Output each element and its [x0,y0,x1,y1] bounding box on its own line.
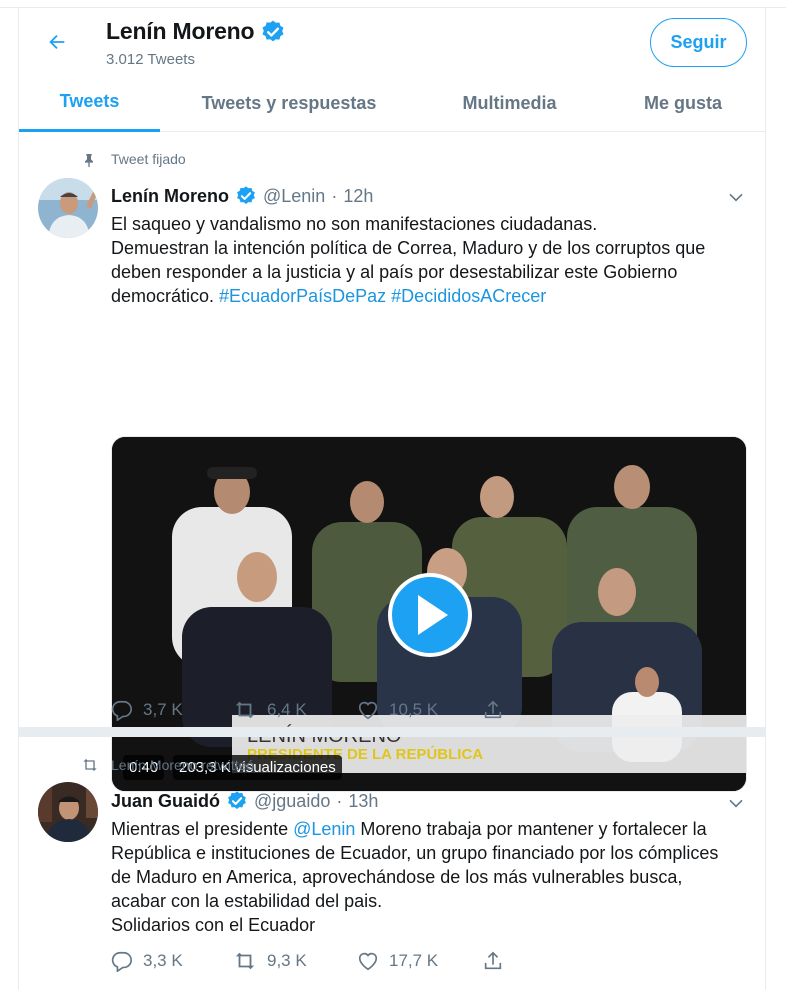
tweet-context-label: Tweet fijado [111,151,186,167]
like-count: 10,5 K [389,700,439,719]
hashtag-link[interactable]: #EcuadorPaísDePaz [219,286,386,306]
arrow-left-icon [49,34,65,50]
author-name[interactable]: Lenín Moreno [111,186,229,207]
author-handle[interactable]: @jguaido [254,791,330,812]
tweet-text: Mientras el presidente @Lenin Moreno tra… [111,817,751,937]
tab-tweets-and-replies[interactable]: Tweets y respuestas [160,74,418,132]
profile-timeline-column: Lenín Moreno 3.012 Tweets Seguir Tweets … [18,8,766,990]
tab-tweets[interactable]: Tweets [19,74,160,132]
tweet-author: Lenín Moreno @Lenin · 12h [111,185,373,207]
retweet-count: 6,4 K [267,700,307,719]
tweet-text: El saqueo y vandalismo no son manifestac… [111,212,751,308]
tweet-author: Juan Guaidó @jguaido · 13h [111,790,378,812]
reply-icon [111,951,132,972]
tweet-text-line: acabar con la estabilidad del pais. [111,891,383,911]
tweet-text-line: democrático. #EcuadorPaísDePaz #Decidido… [111,284,751,308]
retweet-icon [235,952,255,970]
pin-icon [85,154,93,168]
heart-icon [358,701,378,720]
tweet-timestamp[interactable]: 12h [343,186,373,207]
like-button[interactable]: 17,7 K [357,950,482,972]
tweet-text-fragment: Mientras el presidente [111,819,294,839]
tab-likes[interactable]: Me gusta [601,74,765,132]
profile-name: Lenín Moreno [106,18,255,44]
tweet-text-line: Solidarios con el Ecuador [111,915,316,935]
retweet-icon [83,759,97,771]
tweet-text-line: deben responder a la justicia y al país … [111,262,678,282]
back-button[interactable] [43,28,71,56]
retweet-icon [235,701,255,719]
retweet-button[interactable]: 9,3 K [233,950,357,972]
follow-button[interactable]: Seguir [650,18,747,67]
tweet-count: 3.012 Tweets [106,51,195,68]
tweet-actions: 3,7 K 6,4 K 10,5 K [111,697,504,723]
profile-header: Lenín Moreno 3.012 Tweets Seguir [19,8,765,74]
tab-media[interactable]: Multimedia [418,74,601,132]
tweet-text-fragment: democrático. [111,286,220,306]
tweet-divider [19,727,765,737]
like-button[interactable]: 10,5 K [357,699,482,721]
chevron-down-icon [729,799,743,808]
share-icon [484,700,502,719]
separator-dot: · [331,185,338,206]
chevron-down-icon [729,193,743,202]
heart-icon [358,952,378,971]
author-handle[interactable]: @Lenin [263,186,325,207]
tweet-retweeted[interactable]: Lenín Moreno retwitteó Juan Guaidó @jgua… [19,737,765,990]
avatar[interactable] [38,178,98,238]
tweet-timestamp[interactable]: 13h [348,791,378,812]
reply-icon [111,700,132,721]
tweet-text-line: Demuestran la intención política de Corr… [111,238,706,258]
share-icon [484,951,502,970]
share-button[interactable] [482,699,504,721]
verified-badge-icon [262,20,284,41]
reply-button[interactable]: 3,3 K [111,950,233,972]
browser-top-strip [0,0,786,8]
tweet-actions: 3,3 K 9,3 K 17,7 K [111,948,504,974]
verified-badge-icon [237,186,255,204]
reply-count: 3,7 K [143,700,183,719]
like-count: 17,7 K [389,951,439,970]
hashtag-link[interactable]: #DecididosACrecer [391,286,546,306]
author-name[interactable]: Juan Guaidó [111,791,220,812]
tweet-text-line: República e instituciones de Ecuador, un… [111,843,719,863]
tweet-text-fragment: Moreno trabaja por mantener y fortalecer… [355,819,707,839]
verified-badge-icon [228,791,246,809]
separator-dot: · [336,790,343,811]
profile-tabs: Tweets Tweets y respuestas Multimedia Me… [19,74,765,132]
tweet-context-label: Lenín Moreno retwitteó [111,757,255,773]
reply-count: 3,3 K [143,951,183,970]
tweet-pinned[interactable]: Tweet fijado Lenín Moreno @Lenin · 12h E… [19,132,765,792]
avatar[interactable] [38,782,98,842]
tweet-text-line: Mientras el presidente @Lenin Moreno tra… [111,817,751,841]
tweet-text-line: El saqueo y vandalismo no son manifestac… [111,214,598,234]
tweet-menu-button[interactable] [725,186,747,208]
profile-title: Lenín Moreno [106,18,286,45]
share-button[interactable] [482,950,504,972]
reply-button[interactable]: 3,7 K [111,699,233,721]
retweet-count: 9,3 K [267,951,307,970]
mention-link[interactable]: @Lenin [293,819,355,839]
tweet-menu-button[interactable] [725,792,747,814]
retweet-button[interactable]: 6,4 K [233,699,357,721]
tweet-text-line: de Maduro en America, aprovechándose de … [111,867,683,887]
